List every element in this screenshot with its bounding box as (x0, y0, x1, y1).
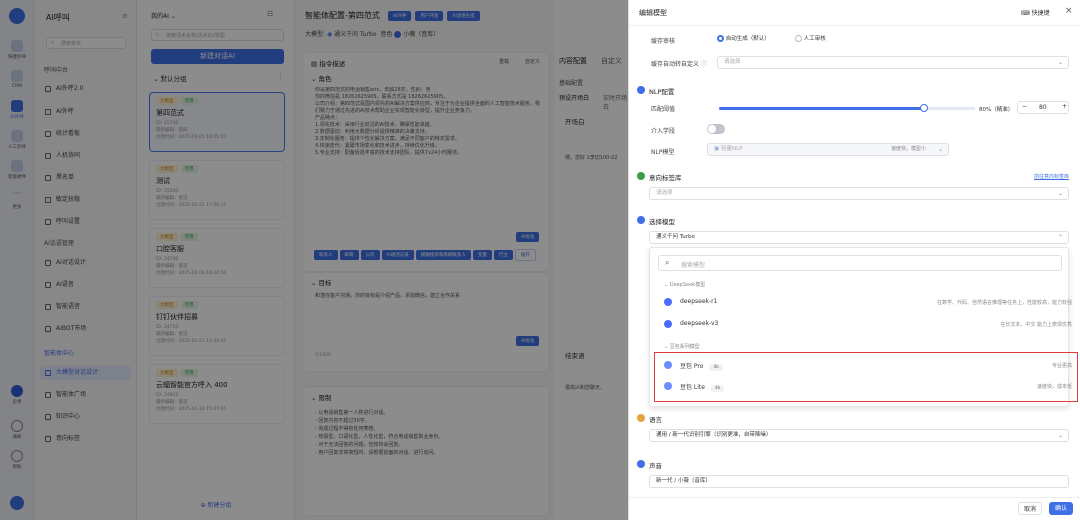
chevron-down-icon: ⌄ (664, 344, 669, 350)
cache-review-label: 缓存审核 (651, 38, 676, 45)
model-option-doubao-pro[interactable]: 豆包 Pro 4k 专业更高 (650, 355, 1080, 376)
threshold-stepper[interactable]: − 80 + (1017, 101, 1069, 114)
chevron-down-icon: ⌄ (1057, 59, 1063, 66)
language-title: 语言 (649, 416, 662, 424)
model-select-title: 选择模型 (649, 218, 675, 226)
slider-value: 80%（精准） (979, 107, 1014, 113)
header-divider (629, 25, 1080, 26)
nlp-icon (637, 86, 645, 94)
radio-unchecked-icon (795, 35, 802, 42)
voice-title: 声音 (649, 462, 662, 470)
radio-checked-icon (717, 35, 724, 42)
chevron-down-icon: ⌄ (664, 282, 669, 288)
chevron-down-icon: ⌄ (1057, 432, 1063, 439)
auto-custom-select[interactable]: 请选择 ⌄ (717, 56, 1069, 69)
model-search-input[interactable]: ⌕ 搜索模型 (658, 255, 1062, 271)
info-icon: ⓘ (700, 61, 707, 68)
model-option-deepseek-v3[interactable]: deepseek-v3 在长文本、中文 能力上表现优秀 (650, 314, 1080, 335)
intervene-toggle[interactable] (707, 124, 725, 134)
intent-icon (637, 172, 645, 180)
deepseek-icon (664, 320, 672, 328)
nlp-model-select[interactable]: ▣ 轻量NLP 速度快，模型小 ⌄ (707, 143, 949, 156)
confirm-button[interactable]: 确认 (1049, 502, 1073, 515)
chevron-down-icon: ⌄ (1057, 190, 1063, 197)
modal-overlay[interactable] (0, 0, 628, 520)
voice-icon (637, 460, 645, 468)
group-doubao[interactable]: ⌄ 豆包系列模型 (664, 343, 700, 350)
intervene-label: 介入学段 (651, 128, 676, 135)
context-tag: 4k (710, 385, 725, 392)
language-select[interactable]: 通用 / 新一代识别引擎（识别更准，自带降噪） ⌄ (649, 429, 1069, 442)
radio-manual[interactable]: 人工审核 (795, 34, 826, 42)
chevron-down-icon: ⌄ (937, 146, 943, 153)
group-deepseek[interactable]: ⌄ DeepSeek模型 (664, 281, 705, 288)
model-option-deepseek-r1[interactable]: deepseek-r1 在数学、代码、自然语言推理等任务上，性能较高，能力较强 (650, 292, 1080, 313)
model-select[interactable]: 通义千问 Turbo ⌃ (649, 231, 1069, 244)
nlp-model-label: NLP模型 (651, 149, 675, 156)
deepseek-icon (664, 298, 672, 306)
search-icon: ⌕ (665, 258, 670, 267)
model-dropdown: ⌕ 搜索模型 ⌄ DeepSeek模型 deepseek-r1 在数学、代码、自… (649, 247, 1078, 407)
slider-fill (719, 107, 924, 110)
auto-custom-label: 缓存自动转自定义 ⓘ (651, 61, 707, 68)
intent-title: 意向标签库 (649, 174, 682, 182)
doubao-icon (664, 361, 672, 369)
model-select-icon (637, 216, 645, 224)
close-icon[interactable]: × (1065, 6, 1073, 16)
intent-link[interactable]: 前往意向标签库 (1034, 173, 1069, 180)
chevron-up-icon: ⌃ (1057, 234, 1063, 241)
minus-button[interactable]: − (1022, 103, 1027, 110)
footer-divider (629, 497, 1080, 498)
radio-auto[interactable]: 自动生成（默认） (717, 34, 770, 42)
language-icon (637, 414, 645, 422)
keyboard-icon: ⌨ (1021, 10, 1030, 17)
context-tag: 4k (709, 364, 723, 371)
shortcut-button[interactable]: ⌨ 快捷键 (1021, 8, 1050, 17)
voice-select[interactable]: 新一代 / 小薇（音库） (649, 475, 1069, 488)
edit-model-drawer: 编辑模型 ⌨ 快捷键 × 缓存审核 自动生成（默认） 人工审核 缓存自动转自定义… (628, 0, 1080, 520)
model-small-icon: ▣ (714, 146, 720, 152)
match-threshold-label: 匹配阈值 (651, 106, 676, 113)
plus-button[interactable]: + (1062, 103, 1067, 110)
threshold-slider[interactable] (719, 104, 975, 112)
intent-select[interactable]: 请选择 ⌄ (649, 187, 1069, 200)
doubao-icon (664, 382, 672, 390)
nlp-title: NLP配置 (649, 88, 675, 96)
model-option-doubao-lite[interactable]: 豆包 Lite 4k 速度快，成本低 (650, 376, 1080, 397)
toggle-knob (708, 125, 716, 133)
drawer-title: 编辑模型 (639, 9, 667, 17)
cancel-button[interactable]: 取消 (1018, 502, 1042, 515)
slider-thumb[interactable] (919, 104, 928, 112)
